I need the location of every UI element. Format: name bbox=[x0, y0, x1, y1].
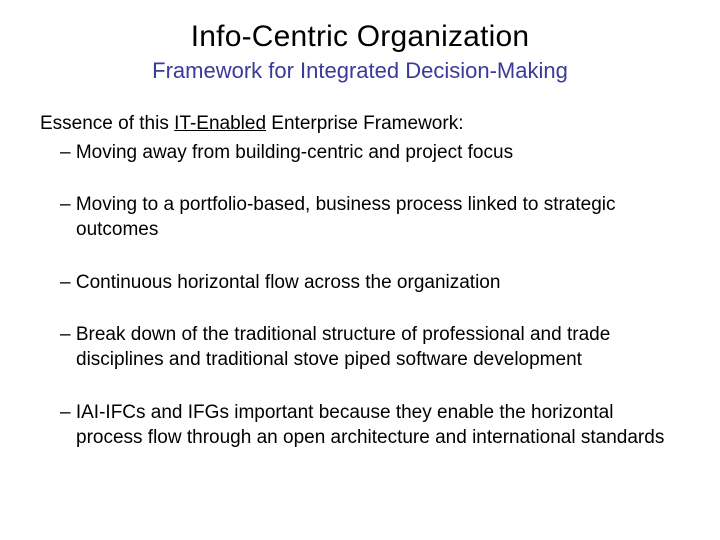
bullet-text: IAI-IFCs and IFGs important because they… bbox=[76, 402, 664, 448]
slide: Info-Centric Organization Framework for … bbox=[0, 0, 720, 540]
list-item: – Moving to a portfolio-based, business … bbox=[40, 193, 680, 242]
slide-subtitle: Framework for Integrated Decision-Making bbox=[40, 58, 680, 84]
bullet-list: – Moving away from building-centric and … bbox=[40, 141, 680, 451]
list-item: – IAI-IFCs and IFGs important because th… bbox=[40, 401, 680, 450]
list-item: – Break down of the traditional structur… bbox=[40, 323, 680, 372]
bullet-text: Break down of the traditional structure … bbox=[76, 324, 610, 370]
bullet-text: Moving to a portfolio-based, business pr… bbox=[76, 194, 616, 240]
slide-title: Info-Centric Organization bbox=[40, 20, 680, 54]
bullet-text: Continuous horizontal flow across the or… bbox=[76, 272, 501, 293]
lead-pre: Essence of this bbox=[40, 113, 174, 134]
dash-icon: – bbox=[60, 142, 76, 163]
dash-icon: – bbox=[60, 194, 76, 215]
lead-underlined: IT-Enabled bbox=[174, 113, 266, 134]
list-item: – Continuous horizontal flow across the … bbox=[40, 271, 680, 296]
lead-line: Essence of this IT-Enabled Enterprise Fr… bbox=[40, 112, 680, 137]
dash-icon: – bbox=[60, 324, 76, 345]
bullet-text: Moving away from building-centric and pr… bbox=[76, 142, 513, 163]
lead-post: Enterprise Framework: bbox=[266, 113, 463, 134]
list-item: – Moving away from building-centric and … bbox=[40, 141, 680, 166]
dash-icon: – bbox=[60, 272, 76, 293]
dash-icon: – bbox=[60, 402, 76, 423]
